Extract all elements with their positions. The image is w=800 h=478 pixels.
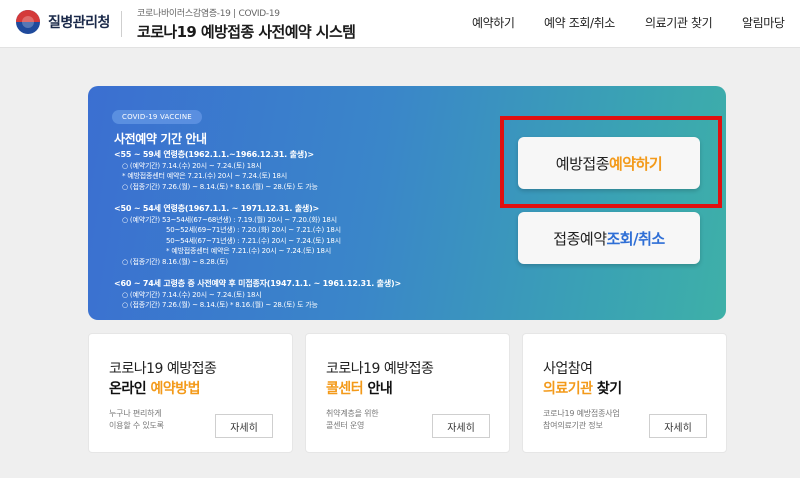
site-title: 코로나19 예방접종 사전예약 시스템 — [137, 23, 356, 41]
card-description: 취약계층을 위한 콜센터 운영 — [326, 408, 379, 432]
card-desc-line: 코로나19 예방접종사업 — [543, 409, 620, 418]
card-title-post: 안내 — [363, 381, 393, 397]
agency-logo[interactable]: 질병관리청 — [16, 10, 110, 34]
card-title-accent: 콜센터 — [326, 381, 364, 397]
banner-title: 사전예약 기간 안내 — [114, 132, 207, 146]
site-title-block[interactable]: 코로나바이러스감염증-19 | COVID-19 코로나19 예방접종 사전예약… — [137, 6, 356, 42]
card-description: 누구나 편리하게 이용할 수 있도록 — [109, 408, 164, 432]
schedule-line: * 예방접종센터 예약은 7.21.(수) 20시 ~ 7.24.(토) 18시 — [122, 172, 288, 180]
nav-notices[interactable]: 알림마당 — [742, 14, 785, 31]
site-subtitle: 코로나바이러스감염증-19 | COVID-19 — [137, 9, 280, 19]
lookup-button-label: 접종예약 — [553, 229, 607, 248]
card-title-line1: 사업참여 — [543, 361, 593, 377]
card-title-line2: 온라인 예약방법 — [109, 378, 201, 398]
schedule-line: ○ (예약기간) 7.14.(수) 20시 ~ 7.24.(토) 18시 — [122, 290, 262, 299]
schedule-group-55-59: <55 ~ 59세 연령층(1962.1.1.~1966.12.31. 출생)>… — [114, 150, 318, 192]
card-find-clinic[interactable]: 사업참여 의료기관 찾기 코로나19 예방접종사업 참여의료기관 정보 자세히 — [522, 333, 727, 453]
card-title-line2: 의료기관 찾기 — [543, 378, 622, 398]
card-desc-line: 이용할 수 있도록 — [109, 421, 164, 430]
schedule-line: 50~52세(69~71년생) : 7.20.(화) 20시 ~ 7.21.(수… — [166, 226, 341, 234]
details-button[interactable]: 자세히 — [215, 414, 273, 438]
lookup-cancel-button[interactable]: 접종예약 조회/취소 — [518, 212, 700, 264]
schedule-heading: <60 ~ 74세 고령층 중 사전예약 후 미접종자(1947.1.1. ~ … — [114, 279, 401, 288]
nav-reserve[interactable]: 예약하기 — [472, 14, 515, 31]
details-button[interactable]: 자세히 — [432, 414, 490, 438]
schedule-line: ○ (접종기간) 7.26.(월) ~ 8.14.(토) * 8.16.(월) … — [122, 182, 318, 191]
schedule-line: ○ (예약기간) 7.14.(수) 20시 ~ 7.24.(토) 18시 — [122, 161, 262, 170]
card-call-center[interactable]: 코로나19 예방접종 콜센터 안내 취약계층을 위한 콜센터 운영 자세히 — [305, 333, 510, 453]
schedule-heading: <55 ~ 59세 연령층(1962.1.1.~1966.12.31. 출생)> — [114, 150, 314, 159]
top-header: 질병관리청 코로나바이러스감염증-19 | COVID-19 코로나19 예방접… — [0, 0, 800, 48]
schedule-heading: <50 ~ 54세 연령층(1967.1.1. ~ 1971.12.31. 출생… — [114, 204, 320, 213]
card-title-line1: 코로나19 예방접종 — [326, 361, 434, 377]
card-title-accent: 예약방법 — [150, 381, 201, 397]
schedule-group-60-74: <60 ~ 74세 고령층 중 사전예약 후 미접종자(1947.1.1. ~ … — [114, 279, 401, 311]
agency-name: 질병관리청 — [48, 15, 110, 31]
lookup-button-accent: 조회/취소 — [606, 229, 666, 248]
schedule-line: ○ (접종기간) 7.26.(월) ~ 8.14.(토) * 8.16.(월) … — [122, 301, 318, 309]
schedule-line: ○ (접종기간) 8.16.(월) ~ 8.28.(토) — [122, 257, 228, 266]
card-desc-line: 취약계층을 위한 — [326, 409, 379, 418]
schedule-group-50-54: <50 ~ 54세 연령층(1967.1.1. ~ 1971.12.31. 출생… — [114, 204, 341, 267]
kdca-emblem-icon — [16, 10, 40, 34]
card-description: 코로나19 예방접종사업 참여의료기관 정보 — [543, 408, 620, 432]
card-title-line2: 콜센터 안내 — [326, 378, 393, 398]
nav-find-clinic[interactable]: 의료기관 찾기 — [645, 14, 713, 31]
card-online-reservation[interactable]: 코로나19 예방접종 온라인 예약방법 누구나 편리하게 이용할 수 있도록 자… — [88, 333, 293, 453]
card-desc-line: 콜센터 운영 — [326, 421, 365, 430]
header-divider — [121, 11, 122, 37]
card-desc-line: 누구나 편리하게 — [109, 409, 162, 418]
card-desc-line: 참여의료기관 정보 — [543, 421, 603, 430]
highlight-box — [500, 116, 722, 208]
card-title-line1: 코로나19 예방접종 — [109, 361, 217, 377]
schedule-line: * 예방접종센터 예약은 7.21.(수) 20시 ~ 7.24.(토) 18시 — [166, 247, 332, 255]
card-title-pre: 온라인 — [109, 381, 151, 397]
nav-lookup-cancel[interactable]: 예약 조회/취소 — [544, 14, 615, 31]
card-title-accent: 의료기관 — [543, 381, 593, 397]
details-button[interactable]: 자세히 — [649, 414, 707, 438]
schedule-line: 50~54세(67~71년생) : 7.21.(수) 20시 ~ 7.24.(토… — [166, 236, 341, 245]
vaccine-tag: COVID-19 VACCINE — [112, 110, 202, 124]
schedule-line: ○ (예약기간) 53~54세(67~68년생) : 7.19.(월) 20시 … — [122, 215, 337, 224]
card-title-post: 찾기 — [592, 381, 622, 397]
